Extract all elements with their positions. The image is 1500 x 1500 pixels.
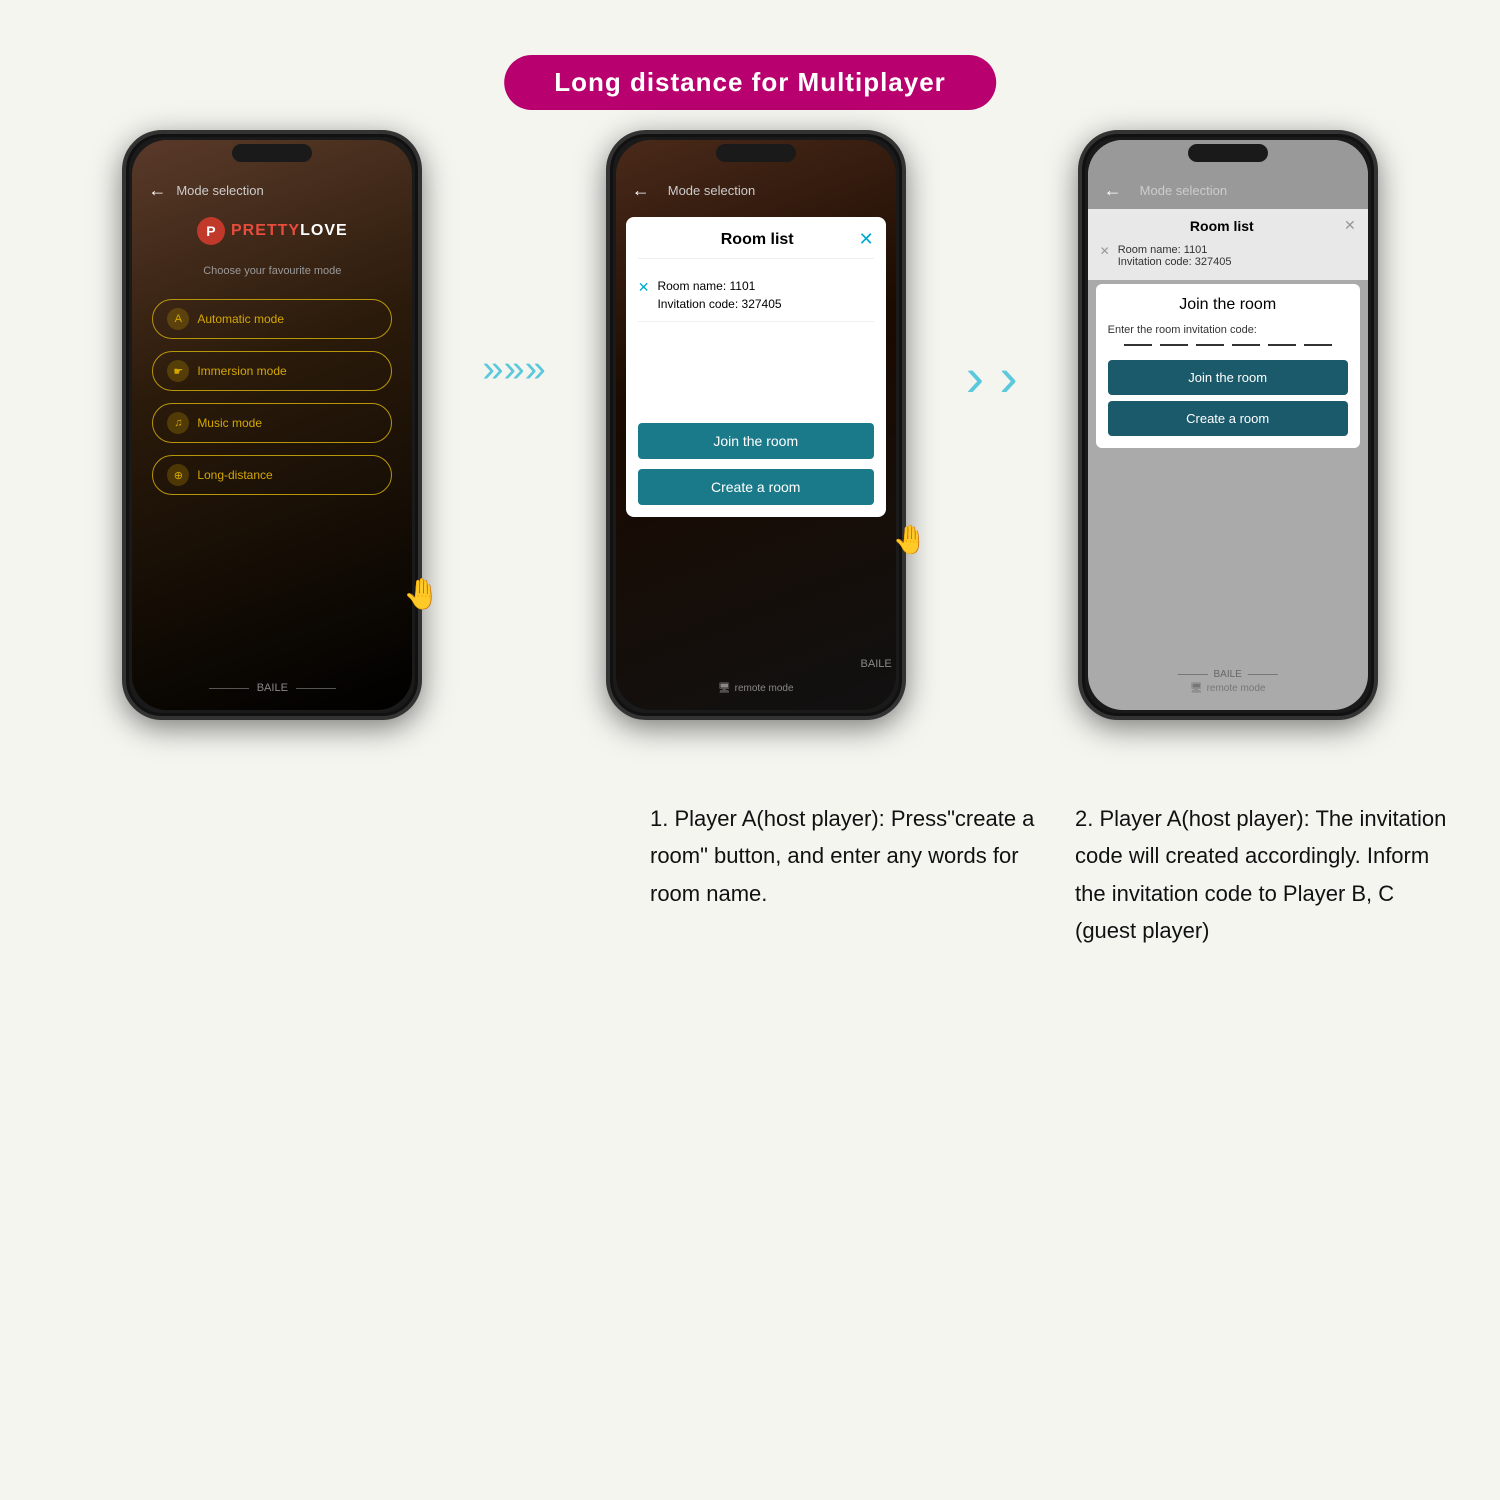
phone2-back-icon[interactable]: ←	[632, 180, 650, 201]
phone1-mode-immersion[interactable]: ☛ Immersion mode	[152, 351, 392, 391]
phone1-topbar-title: Mode selection	[176, 183, 263, 198]
phone1-mode-longdistance[interactable]: ⊕ Long-distance	[152, 455, 392, 495]
screen3-create-room-btn[interactable]: Create a room	[1108, 401, 1348, 436]
arrows-1-2: » » »	[482, 350, 545, 388]
join-room-title: Join the room	[1108, 296, 1348, 314]
remote-label-3: remote mode	[1207, 683, 1266, 694]
music-label: Music mode	[197, 416, 262, 430]
automatic-icon: A	[167, 308, 189, 330]
phone1-screen: ← Mode selection P PRETTYLOVE Choose you…	[132, 140, 412, 710]
phone1-mode-music[interactable]: ♫ Music mode	[152, 403, 392, 443]
chevron-right-2: ›	[966, 346, 984, 408]
code-dash-1	[1124, 344, 1152, 346]
phone1-back-icon[interactable]: ←	[148, 180, 166, 201]
phones-row: ← Mode selection P PRETTYLOVE Choose you…	[0, 130, 1500, 720]
immersion-icon: ☛	[167, 360, 189, 382]
screen3-join-modal: Join the room Enter the room invitation …	[1096, 284, 1360, 448]
arrows-2-3: › ›	[966, 350, 1018, 405]
create-room-btn[interactable]: Create a room	[638, 469, 874, 505]
screen3-modal-title: Room list	[1100, 218, 1344, 234]
code-dash-6	[1304, 344, 1332, 346]
screen2-bg: ← Mode selection Room list ✕ ✕ Room nam	[616, 140, 896, 710]
hand-cursor-1: 🤚	[403, 577, 440, 612]
phone1-logo-text: PRETTYLOVE	[231, 222, 348, 240]
screen3-topbar: ← Mode selection	[1088, 140, 1368, 209]
join-confirm-btn[interactable]: Join the room	[1108, 360, 1348, 395]
screen3-bg: ← Mode selection Room list ✕ ✕ Room name…	[1088, 140, 1368, 710]
code-dash-3	[1196, 344, 1224, 346]
phone3-back-icon[interactable]: ←	[1104, 180, 1122, 201]
immersion-label: Immersion mode	[197, 364, 286, 378]
header-badge: Long distance for Multiplayer	[504, 55, 996, 110]
screen3-bottom: 🖥 remote mode	[1190, 683, 1266, 694]
phone1-choose-text: Choose your favourite mode	[132, 265, 412, 277]
phone1-mode-automatic[interactable]: A Automatic mode	[152, 299, 392, 339]
screen3-room-item: ✕ Room name: 1101 Invitation code: 32740…	[1100, 240, 1356, 272]
phone1-logo-area: P PRETTYLOVE	[132, 209, 412, 261]
phone2-screen: ← Mode selection Room list ✕ ✕ Room nam	[616, 140, 896, 710]
longdistance-icon: ⊕	[167, 464, 189, 486]
phone3-baile: BAILE	[1177, 669, 1277, 680]
phone3-frame: ← Mode selection Room list ✕ ✕ Room name…	[1078, 130, 1378, 720]
room-info: Room name: 1101 Invitation code: 327405	[657, 277, 781, 313]
chevron-right-1c: »	[525, 350, 546, 388]
chevron-right-1a: »	[482, 350, 503, 388]
enter-code-label: Enter the room invitation code:	[1108, 324, 1348, 336]
room-list-item: ✕ Room name: 1101 Invitation code: 32740…	[638, 269, 874, 322]
code-dash-2	[1160, 344, 1188, 346]
code-dash-5	[1268, 344, 1296, 346]
invitation-code: Invitation code: 327405	[657, 295, 781, 313]
hand-cursor-2: 🤚	[893, 523, 928, 556]
modal-header: Room list ✕	[638, 229, 874, 259]
phone1-logo-p: P	[197, 217, 225, 245]
screen2-bottom: 🖥 remote mode	[718, 683, 794, 694]
room-name: Room name: 1101	[657, 277, 781, 295]
phone3-topbar-title: Mode selection	[1140, 183, 1227, 198]
chevron-right-1b: »	[503, 350, 524, 388]
remote-label-2: remote mode	[735, 683, 794, 694]
music-icon: ♫	[167, 412, 189, 434]
remote-icon-3: 🖥	[1190, 683, 1203, 694]
screen3-room-list: Room list ✕ ✕ Room name: 1101 Invitation…	[1088, 209, 1368, 280]
descriptions: 1. Player A(host player): Press"create a…	[350, 800, 1460, 950]
phone2-topbar-title: Mode selection	[668, 183, 755, 198]
screen3-close-icon[interactable]: ✕	[1344, 217, 1356, 234]
automatic-label: Automatic mode	[197, 312, 284, 326]
phone1-wrapper: ← Mode selection P PRETTYLOVE Choose you…	[122, 130, 422, 720]
phone1-frame: ← Mode selection P PRETTYLOVE Choose you…	[122, 130, 422, 720]
chevron-right-3: ›	[999, 346, 1017, 408]
room-spacer	[638, 332, 874, 409]
phone3-screen: ← Mode selection Room list ✕ ✕ Room name…	[1088, 140, 1368, 710]
screen3-room-name: Room name: 1101	[1118, 244, 1232, 256]
phone2-wrapper: ← Mode selection Room list ✕ ✕ Room nam	[606, 130, 906, 720]
screen1-topbar: ← Mode selection	[132, 140, 412, 209]
screen3-x-icon[interactable]: ✕	[1100, 244, 1110, 258]
screen1-content: ← Mode selection P PRETTYLOVE Choose you…	[132, 140, 412, 710]
screen3-room-info: Room name: 1101 Invitation code: 327405	[1118, 244, 1232, 268]
screen3-invitation-code: Invitation code: 327405	[1118, 256, 1232, 268]
code-dash-4	[1232, 344, 1260, 346]
code-dashes	[1108, 344, 1348, 346]
phone3-wrapper: ← Mode selection Room list ✕ ✕ Room name…	[1078, 130, 1378, 720]
modal-title: Room list	[656, 231, 859, 249]
phone1-baile: BAILE	[132, 672, 412, 710]
remote-icon-2: 🖥	[718, 683, 731, 694]
screen2-topbar: ← Mode selection	[616, 140, 896, 209]
room-list-modal: Room list ✕ ✕ Room name: 1101 Invitation…	[626, 217, 886, 517]
join-room-btn[interactable]: Join the room	[638, 423, 874, 459]
description1: 1. Player A(host player): Press"create a…	[650, 800, 1035, 950]
room-x-icon[interactable]: ✕	[638, 279, 650, 296]
longdistance-label: Long-distance	[197, 468, 272, 482]
screen1-bg: ← Mode selection P PRETTYLOVE Choose you…	[132, 140, 412, 710]
phone2-baile: BAILE	[861, 658, 892, 670]
modal-close-btn[interactable]: ✕	[859, 229, 874, 250]
phone2-frame: ← Mode selection Room list ✕ ✕ Room nam	[606, 130, 906, 720]
description2: 2. Player A(host player): The invitation…	[1075, 800, 1460, 950]
